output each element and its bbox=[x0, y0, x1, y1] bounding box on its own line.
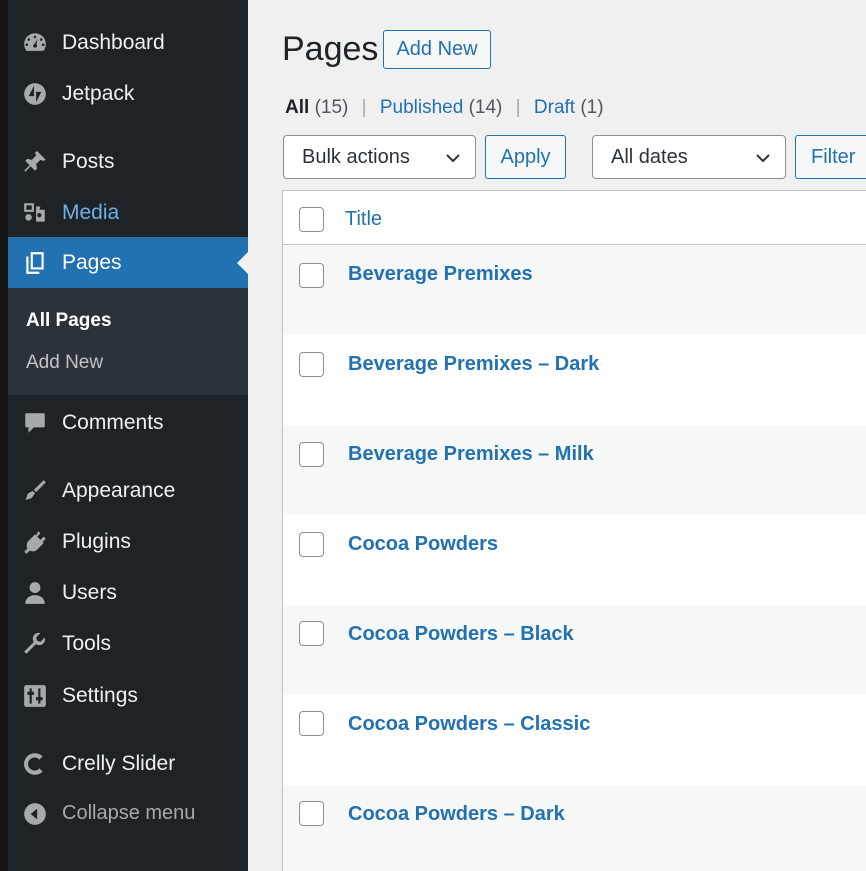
table-header: Title bbox=[283, 191, 866, 245]
collapse-arrow-icon bbox=[22, 801, 48, 827]
page-title-link[interactable]: Cocoa Powders – Dark bbox=[348, 803, 565, 826]
row-checkbox[interactable] bbox=[299, 621, 324, 646]
page-title-link[interactable]: Cocoa Powders bbox=[348, 533, 498, 556]
row-checkbox[interactable] bbox=[299, 263, 324, 288]
bulk-actions-value: Bulk actions bbox=[302, 145, 410, 168]
submenu-item-all-pages[interactable]: All Pages bbox=[26, 310, 112, 332]
sidebar-item-label: Collapse menu bbox=[62, 802, 196, 824]
filter-published-link[interactable]: Published bbox=[380, 97, 463, 118]
admin-sidebar: Dashboard Jetpack Posts Media Pages All … bbox=[8, 0, 248, 871]
sidebar-item-plugins[interactable]: Plugins bbox=[8, 516, 248, 567]
bulk-actions-select[interactable]: Bulk actions bbox=[283, 135, 476, 179]
filter-draft-count: (1) bbox=[580, 97, 604, 118]
sidebar-item-media[interactable]: Media bbox=[8, 187, 248, 238]
media-icon bbox=[22, 200, 48, 226]
filter-all-link[interactable]: All bbox=[285, 97, 309, 118]
settings-sliders-icon bbox=[22, 683, 48, 709]
filter-draft-link[interactable]: Draft bbox=[534, 97, 575, 118]
apply-button[interactable]: Apply bbox=[485, 135, 566, 179]
pages-submenu: All Pages Add New bbox=[8, 288, 248, 395]
sidebar-item-posts[interactable]: Posts bbox=[8, 136, 248, 187]
sidebar-item-label: Media bbox=[62, 200, 120, 224]
table-row: Cocoa Powders bbox=[283, 515, 866, 605]
table-row: Beverage Premixes – Dark bbox=[283, 335, 866, 425]
page-title-link[interactable]: Beverage Premixes bbox=[348, 263, 533, 286]
sidebar-item-label: Appearance bbox=[62, 478, 176, 502]
table-row: Cocoa Powders – Classic bbox=[283, 695, 866, 785]
sidebar-item-settings[interactable]: Settings bbox=[8, 670, 248, 721]
table-row: Beverage Premixes bbox=[283, 245, 866, 335]
sidebar-item-label: Comments bbox=[62, 410, 164, 434]
filter-separator: | bbox=[361, 97, 367, 118]
table-row: Beverage Premixes – Milk bbox=[283, 425, 866, 515]
dates-filter-value: All dates bbox=[611, 145, 688, 168]
sidebar-item-tools[interactable]: Tools bbox=[8, 618, 248, 669]
sidebar-item-label: Posts bbox=[62, 149, 115, 173]
status-filter-links: All (15) | Published (14) | Draft (1) bbox=[285, 97, 604, 119]
submenu-item-add-new[interactable]: Add New bbox=[26, 352, 103, 374]
sidebar-item-comments[interactable]: Comments bbox=[8, 397, 248, 448]
sidebar-item-crelly-slider[interactable]: Crelly Slider bbox=[8, 738, 248, 789]
collapse-menu-button[interactable]: Collapse menu bbox=[8, 788, 248, 839]
sidebar-item-label: Users bbox=[62, 580, 117, 604]
table-row: Cocoa Powders – Black bbox=[283, 605, 866, 695]
page-title-link[interactable]: Beverage Premixes – Dark bbox=[348, 353, 599, 376]
chevron-down-icon bbox=[446, 154, 460, 163]
filter-all-count: (15) bbox=[314, 97, 349, 118]
sidebar-item-pages[interactable]: Pages bbox=[8, 237, 248, 288]
sidebar-item-label: Crelly Slider bbox=[62, 751, 176, 775]
window-edge bbox=[0, 0, 8, 871]
row-checkbox[interactable] bbox=[299, 711, 324, 736]
main-content: Pages Add New All (15) | Published (14) … bbox=[248, 0, 866, 871]
sidebar-item-label: Tools bbox=[62, 631, 112, 655]
filter-published-count: (14) bbox=[468, 97, 503, 118]
add-new-page-button[interactable]: Add New bbox=[383, 30, 491, 69]
pages-table: Title Beverage Premixes Beverage Premixe… bbox=[282, 190, 866, 871]
dates-filter-select[interactable]: All dates bbox=[592, 135, 786, 179]
sidebar-item-label: Dashboard bbox=[62, 30, 165, 54]
filter-separator: | bbox=[515, 97, 521, 118]
plug-icon bbox=[22, 529, 48, 555]
sidebar-item-label: Settings bbox=[62, 683, 138, 707]
pushpin-icon bbox=[22, 149, 48, 175]
active-pointer bbox=[237, 252, 248, 274]
select-all-checkbox[interactable] bbox=[299, 207, 324, 232]
user-icon bbox=[22, 580, 48, 606]
table-row: Cocoa Powders – Dark bbox=[283, 785, 866, 871]
pages-icon bbox=[22, 250, 48, 276]
page-title-link[interactable]: Beverage Premixes – Milk bbox=[348, 443, 594, 466]
page-title-link[interactable]: Cocoa Powders – Classic bbox=[348, 713, 590, 736]
comment-icon bbox=[22, 410, 48, 436]
sidebar-item-jetpack[interactable]: Jetpack bbox=[8, 68, 248, 119]
sidebar-item-label: Pages bbox=[62, 250, 122, 274]
row-checkbox[interactable] bbox=[299, 801, 324, 826]
sidebar-item-appearance[interactable]: Appearance bbox=[8, 465, 248, 516]
row-checkbox[interactable] bbox=[299, 442, 324, 467]
crelly-c-icon bbox=[22, 751, 48, 777]
paintbrush-icon bbox=[22, 478, 48, 504]
row-checkbox[interactable] bbox=[299, 532, 324, 557]
chevron-down-icon bbox=[756, 154, 770, 163]
row-checkbox[interactable] bbox=[299, 352, 324, 377]
page-title-link[interactable]: Cocoa Powders – Black bbox=[348, 623, 574, 646]
wrench-icon bbox=[22, 631, 48, 657]
title-column-header[interactable]: Title bbox=[345, 208, 382, 231]
page-title: Pages bbox=[282, 30, 379, 68]
filter-button[interactable]: Filter bbox=[795, 135, 866, 179]
sidebar-item-users[interactable]: Users bbox=[8, 567, 248, 618]
sidebar-item-label: Jetpack bbox=[62, 81, 135, 105]
dashboard-icon bbox=[22, 30, 48, 56]
sidebar-item-dashboard[interactable]: Dashboard bbox=[8, 17, 248, 68]
jetpack-icon bbox=[22, 81, 48, 107]
sidebar-item-label: Plugins bbox=[62, 529, 131, 553]
